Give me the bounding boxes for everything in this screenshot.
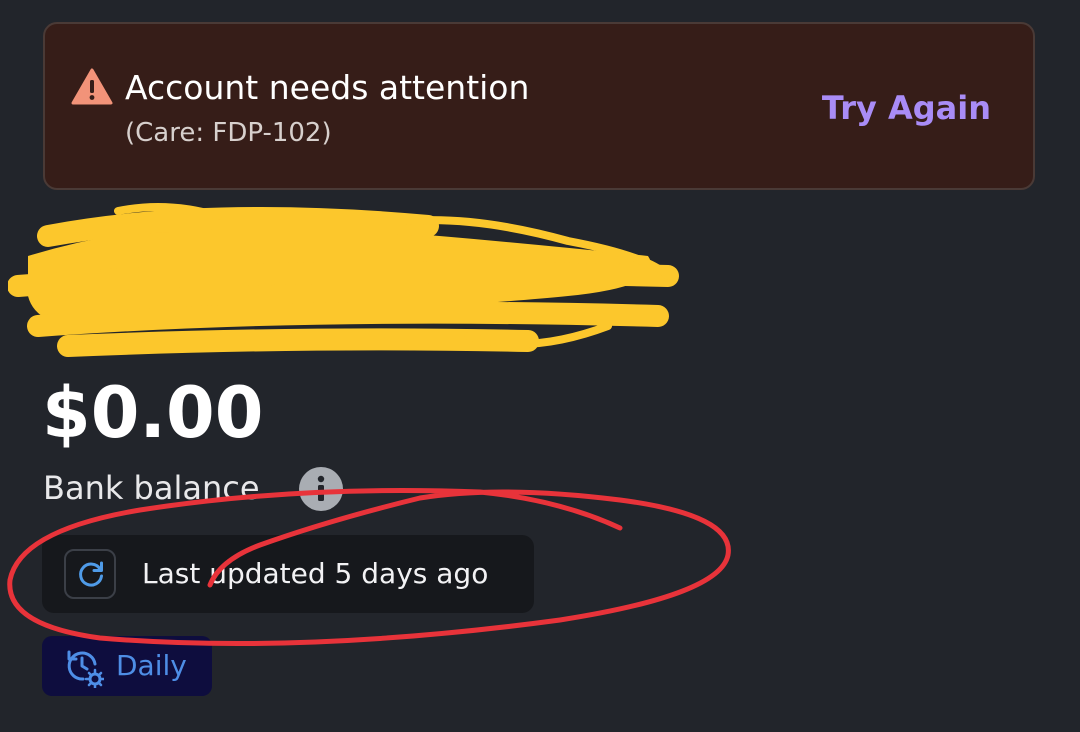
try-again-button[interactable]: Try Again [822, 88, 991, 128]
clock-settings-icon [67, 650, 104, 688]
daily-schedule-button[interactable]: Daily [42, 636, 212, 696]
last-updated-text: Last updated 5 days ago [142, 557, 489, 590]
attention-alert-banner: Account needs attention (Care: FDP-102) … [43, 22, 1035, 190]
alert-care-code: (Care: FDP-102) [125, 118, 332, 148]
refresh-icon [79, 561, 103, 587]
balance-amount: $0.00 [42, 372, 264, 454]
last-updated-status: Last updated 5 days ago [42, 535, 534, 613]
redaction-scribble [8, 203, 679, 357]
info-icon[interactable] [298, 466, 344, 512]
refresh-button[interactable] [64, 549, 116, 599]
alert-title: Account needs attention [125, 68, 530, 107]
daily-label: Daily [116, 649, 187, 682]
warning-triangle-icon [71, 68, 113, 105]
balance-label: Bank balance [43, 469, 260, 507]
